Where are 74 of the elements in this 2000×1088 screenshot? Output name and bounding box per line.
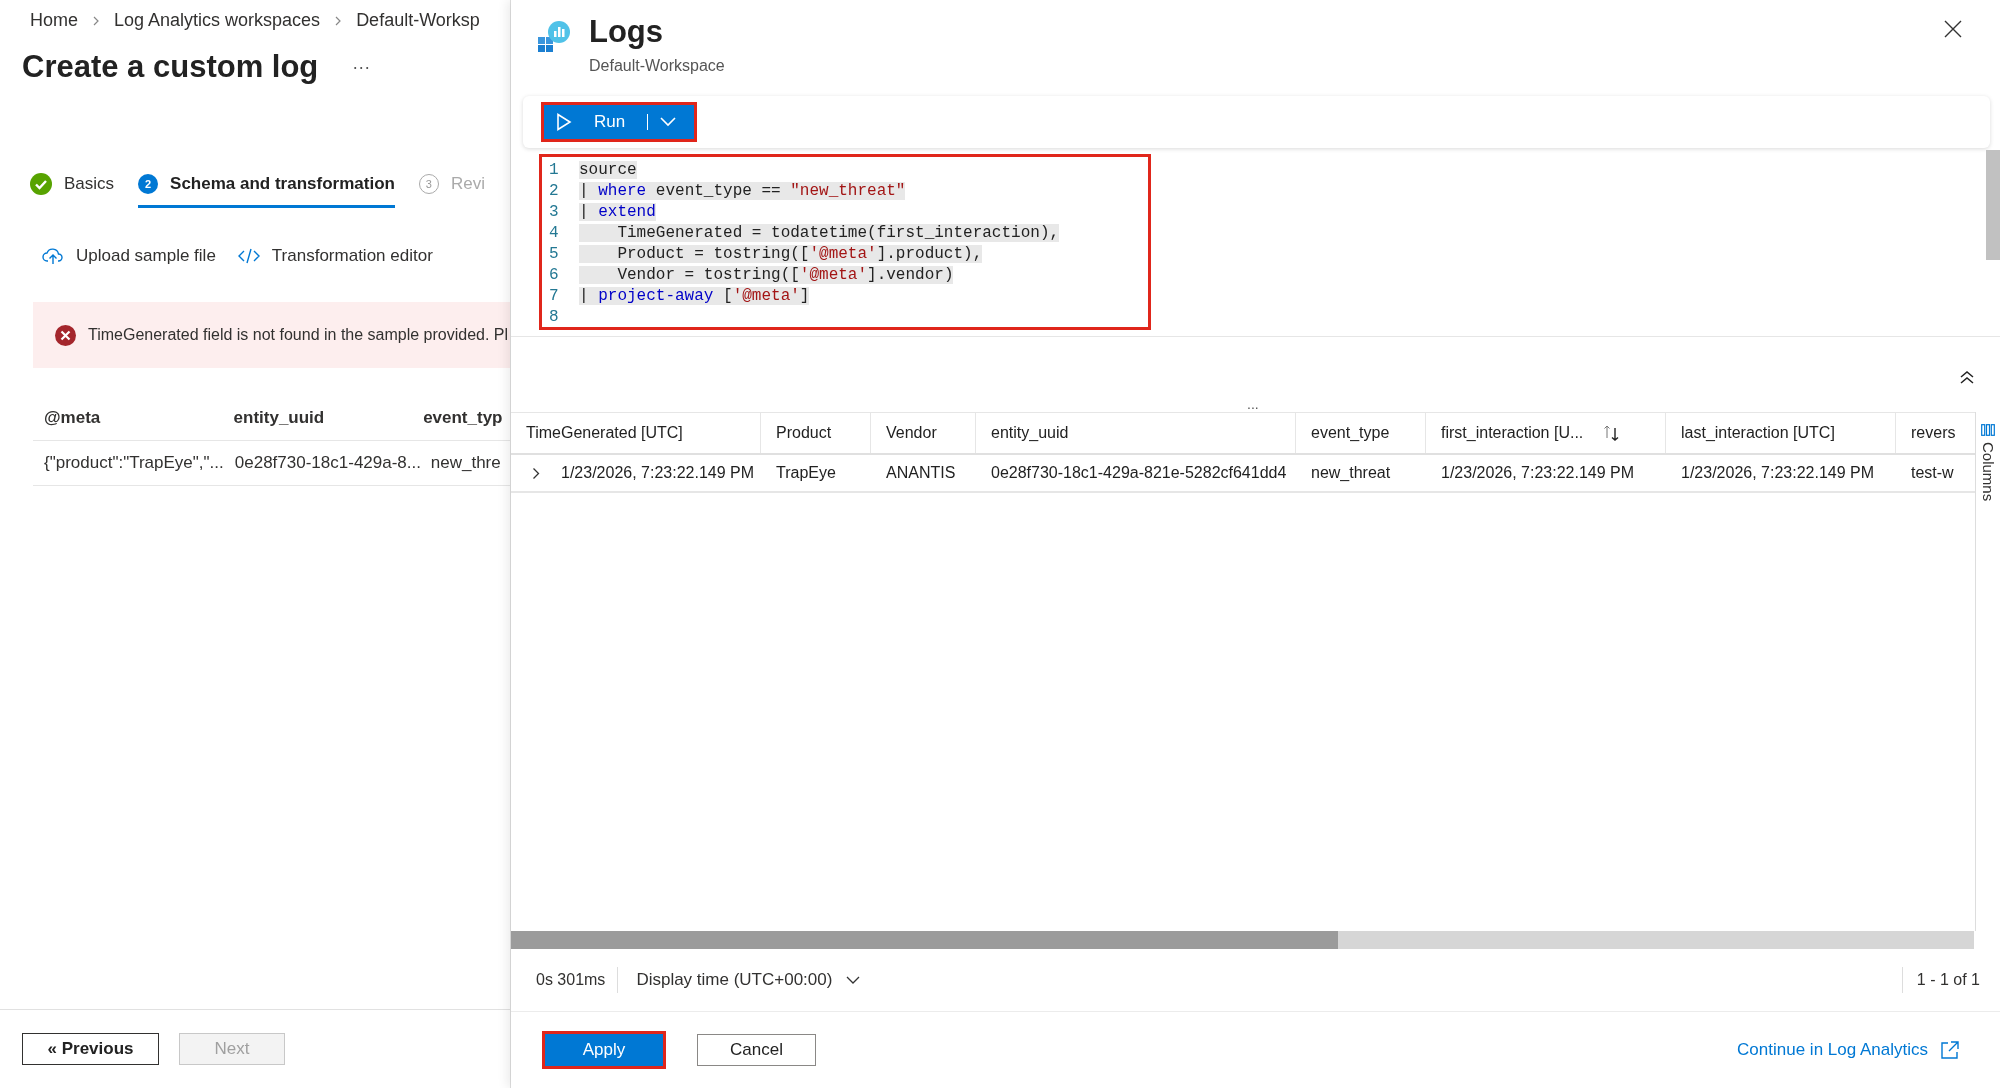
chevron-down-icon bbox=[660, 117, 677, 127]
column-header: @meta bbox=[43, 408, 102, 428]
close-icon[interactable] bbox=[1944, 20, 1962, 38]
cloud-upload-icon bbox=[42, 247, 64, 265]
continue-link[interactable]: Continue in Log Analytics bbox=[1737, 1040, 1960, 1060]
toolbar-link[interactable]: Transformation editor bbox=[237, 246, 433, 266]
table-cell: 0e28f730-18c1-429a-821e-5282cf641dd4 bbox=[991, 464, 1287, 482]
step-number: 2 bbox=[138, 174, 159, 194]
column-header[interactable]: TimeGenerated [UTC] bbox=[526, 424, 683, 442]
error-icon bbox=[55, 324, 76, 346]
play-icon bbox=[556, 113, 572, 131]
chevron-icon bbox=[92, 15, 100, 26]
collapse-icon[interactable] bbox=[1960, 370, 1974, 384]
panel-subtitle: Default-Workspace bbox=[589, 57, 725, 75]
display-time-dropdown[interactable]: Display time (UTC+00:00) bbox=[618, 970, 861, 990]
wizard-tab[interactable]: Basics bbox=[30, 173, 115, 208]
column-header[interactable]: entity_uuid bbox=[991, 424, 1069, 442]
previous-button[interactable]: « Previous bbox=[22, 1033, 159, 1065]
table-cell: ANANTIS bbox=[886, 464, 956, 482]
table-cell-text: 0e28f730-18c1-429a-8... bbox=[233, 453, 420, 473]
column-header[interactable]: Vendor bbox=[886, 424, 937, 442]
query-editor[interactable] bbox=[539, 154, 1151, 330]
columns-icon bbox=[1981, 424, 1995, 436]
table-cell: TrapEye bbox=[776, 464, 836, 482]
table-cell-text: new_thre bbox=[429, 453, 502, 473]
chevron-down-icon bbox=[846, 975, 861, 985]
line-number: 5 bbox=[548, 244, 560, 263]
scrollbar[interactable] bbox=[1986, 150, 2000, 260]
resize-handle[interactable]: ... bbox=[1247, 396, 1259, 412]
line-number: 6 bbox=[548, 265, 560, 284]
expand-icon[interactable] bbox=[532, 466, 541, 480]
run-button[interactable]: Run bbox=[544, 105, 694, 139]
column-header[interactable]: event_type bbox=[1311, 424, 1390, 442]
chevron-icon bbox=[334, 15, 343, 26]
table-cell-text: {"product":"TrapEye","... bbox=[43, 453, 224, 473]
table-cell: 1/23/2026, 7:23:22.149 PM bbox=[561, 464, 755, 482]
table-cell: test-w bbox=[1911, 464, 1954, 482]
column-header[interactable]: last_interaction [UTC] bbox=[1681, 424, 1835, 442]
query-duration: 0s 301ms bbox=[536, 971, 607, 989]
breadcrumb-link[interactable]: Home bbox=[30, 10, 78, 31]
table-cell: new_threat bbox=[1311, 464, 1391, 482]
page-title: Create a custom log bbox=[22, 49, 319, 85]
breadcrumb-link[interactable]: Default-Worksp bbox=[356, 10, 480, 31]
line-number: 8 bbox=[548, 307, 560, 326]
line-number: 4 bbox=[548, 223, 560, 242]
logs-logo-icon bbox=[537, 20, 571, 54]
line-number: 3 bbox=[548, 202, 560, 221]
cancel-button[interactable]: Cancel bbox=[697, 1034, 816, 1066]
step-label: Schema and transformation bbox=[170, 174, 395, 194]
column-header: event_typ bbox=[422, 408, 504, 428]
step-label: Basics bbox=[64, 174, 115, 194]
line-number: 2 bbox=[548, 181, 560, 200]
code-icon bbox=[237, 247, 260, 265]
column-header[interactable]: first_interaction [U... bbox=[1441, 424, 1584, 442]
panel-title: Logs bbox=[589, 16, 665, 47]
error-message: TimeGenerated field is not found in the sample provided. Pl bbox=[88, 326, 509, 344]
column-header[interactable]: revers bbox=[1911, 424, 1956, 442]
column-header[interactable]: Product bbox=[776, 424, 832, 442]
line-number: 7 bbox=[548, 286, 560, 305]
wizard-tab[interactable]: 2 Schema and transformation bbox=[138, 173, 395, 208]
paging-info: 1 - 1 of 1 bbox=[1915, 971, 1980, 989]
apply-button[interactable]: Apply bbox=[545, 1034, 663, 1066]
column-header: entity_uuid bbox=[232, 408, 326, 428]
scrollbar[interactable] bbox=[511, 931, 1974, 949]
table-cell: 1/23/2026, 7:23:22.149 PM bbox=[1441, 464, 1635, 482]
step-label: Revi bbox=[450, 174, 485, 194]
table-cell: 1/23/2026, 7:23:22.149 PM bbox=[1681, 464, 1875, 482]
line-number: 1 bbox=[548, 160, 560, 179]
columns-tab[interactable]: Columns bbox=[1975, 412, 2000, 931]
toolbar-link[interactable]: Upload sample file bbox=[42, 246, 216, 266]
more-button[interactable]: ··· bbox=[352, 56, 371, 78]
external-link-icon bbox=[1940, 1040, 1960, 1060]
check-circle-icon bbox=[30, 173, 52, 195]
breadcrumb-link[interactable]: Log Analytics workspaces bbox=[114, 10, 321, 31]
